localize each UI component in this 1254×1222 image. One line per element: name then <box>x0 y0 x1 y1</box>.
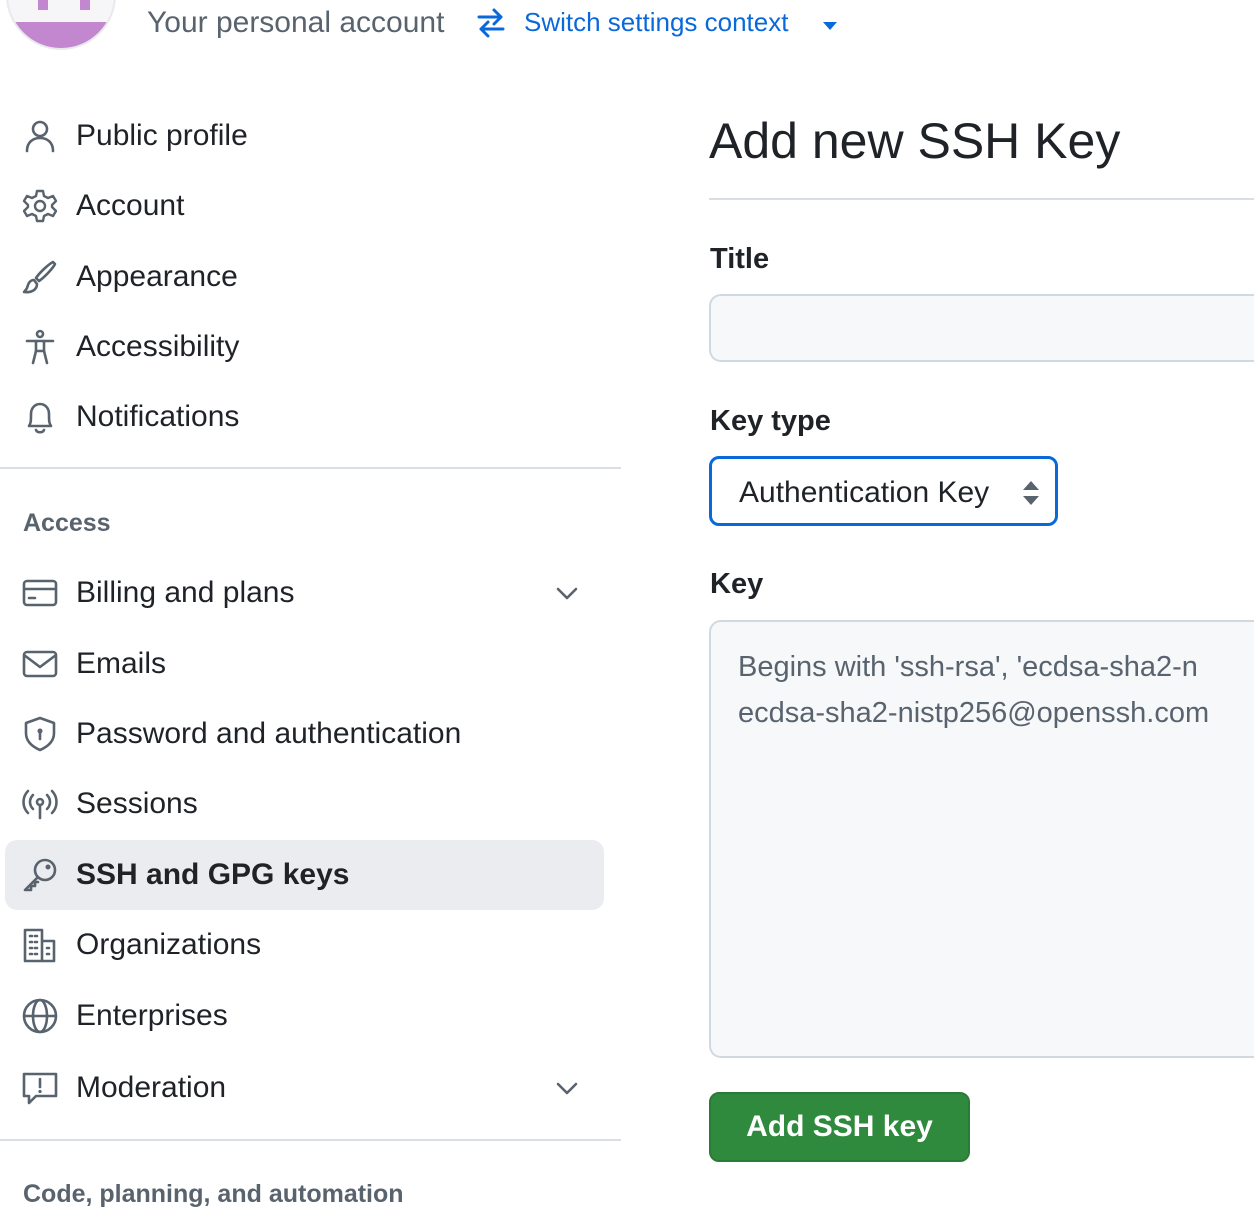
context-label: Your personal account <box>147 6 445 39</box>
avatar-band <box>8 22 114 48</box>
title-input[interactable] <box>709 294 1254 362</box>
sidebar-item-organizations[interactable]: Organizations <box>5 910 604 980</box>
caret-down-icon[interactable] <box>822 18 838 36</box>
sidebar-divider <box>0 467 621 469</box>
sidebar-item-label: Sessions <box>76 787 198 820</box>
key-type-selected-value: Authentication Key <box>739 476 990 509</box>
credit-card-icon <box>22 575 58 611</box>
sidebar-item-moderation[interactable]: Moderation <box>5 1053 604 1123</box>
sidebar-item-appearance[interactable]: Appearance <box>5 242 604 312</box>
key-textarea[interactable] <box>709 620 1254 1058</box>
sidebar-item-label: Account <box>76 189 185 222</box>
gear-icon <box>22 188 58 224</box>
broadcast-icon <box>22 786 58 822</box>
sidebar-item-emails[interactable]: Emails <box>5 629 604 699</box>
sidebar-item-label: Appearance <box>76 260 238 293</box>
sidebar-item-billing[interactable]: Billing and plans <box>5 558 604 628</box>
title-field-label: Title <box>710 243 770 275</box>
sidebar-item-accessibility[interactable]: Accessibility <box>5 312 604 382</box>
paintbrush-icon <box>22 259 58 295</box>
sidebar-item-label: Public profile <box>76 119 248 152</box>
accessibility-icon <box>22 329 58 365</box>
sidebar-item-ssh-gpg-keys[interactable]: SSH and GPG keys <box>5 840 604 910</box>
report-icon <box>22 1070 58 1106</box>
key-type-select[interactable]: Authentication Key <box>709 456 1058 526</box>
organization-icon <box>22 927 58 963</box>
section-heading-code-planning: Code, planning, and automation <box>23 1180 404 1208</box>
mail-icon <box>22 646 58 682</box>
globe-icon <box>22 998 58 1034</box>
sidebar-item-notifications[interactable]: Notifications <box>5 382 604 452</box>
shield-icon <box>22 716 58 752</box>
sidebar-divider <box>0 1139 621 1141</box>
sidebar-item-label: Password and authentication <box>76 717 462 750</box>
sidebar-item-sessions[interactable]: Sessions <box>5 769 604 839</box>
title-divider <box>709 198 1254 200</box>
sidebar-item-label: Emails <box>76 647 167 680</box>
avatar-pixel <box>80 0 90 10</box>
sidebar-item-label: Moderation <box>76 1071 227 1104</box>
key-type-label: Key type <box>710 405 831 437</box>
sidebar-item-account[interactable]: Account <box>5 171 604 241</box>
chevron-down-icon[interactable] <box>553 1074 581 1107</box>
select-arrows-icon <box>1020 478 1042 513</box>
sidebar-item-password-authentication[interactable]: Password and authentication <box>5 699 604 769</box>
sidebar-item-public-profile[interactable]: Public profile <box>5 101 604 171</box>
page-title: Add new SSH Key <box>709 113 1121 169</box>
switch-settings-context-link[interactable]: Switch settings context <box>524 7 788 38</box>
sidebar-item-label: Billing and plans <box>76 576 295 609</box>
key-icon <box>22 857 58 893</box>
sidebar-item-label: Enterprises <box>76 999 228 1032</box>
sidebar-item-label: Notifications <box>76 400 240 433</box>
settings-page: Your personal account Switch settings co… <box>0 0 1254 1222</box>
avatar-pixel <box>38 0 48 10</box>
person-icon <box>22 118 58 154</box>
sidebar-item-label: Organizations <box>76 928 262 961</box>
sidebar-item-enterprises[interactable]: Enterprises <box>5 981 604 1051</box>
avatar[interactable] <box>6 0 116 50</box>
section-heading-access: Access <box>23 509 111 537</box>
add-ssh-key-button[interactable]: Add SSH key <box>709 1092 970 1162</box>
chevron-down-icon[interactable] <box>553 579 581 612</box>
sidebar-item-label: Accessibility <box>76 330 240 363</box>
key-field-label: Key <box>710 568 764 600</box>
arrow-switch-icon[interactable] <box>475 5 507 46</box>
bell-icon <box>22 399 58 435</box>
sidebar-item-label: SSH and GPG keys <box>76 858 350 891</box>
